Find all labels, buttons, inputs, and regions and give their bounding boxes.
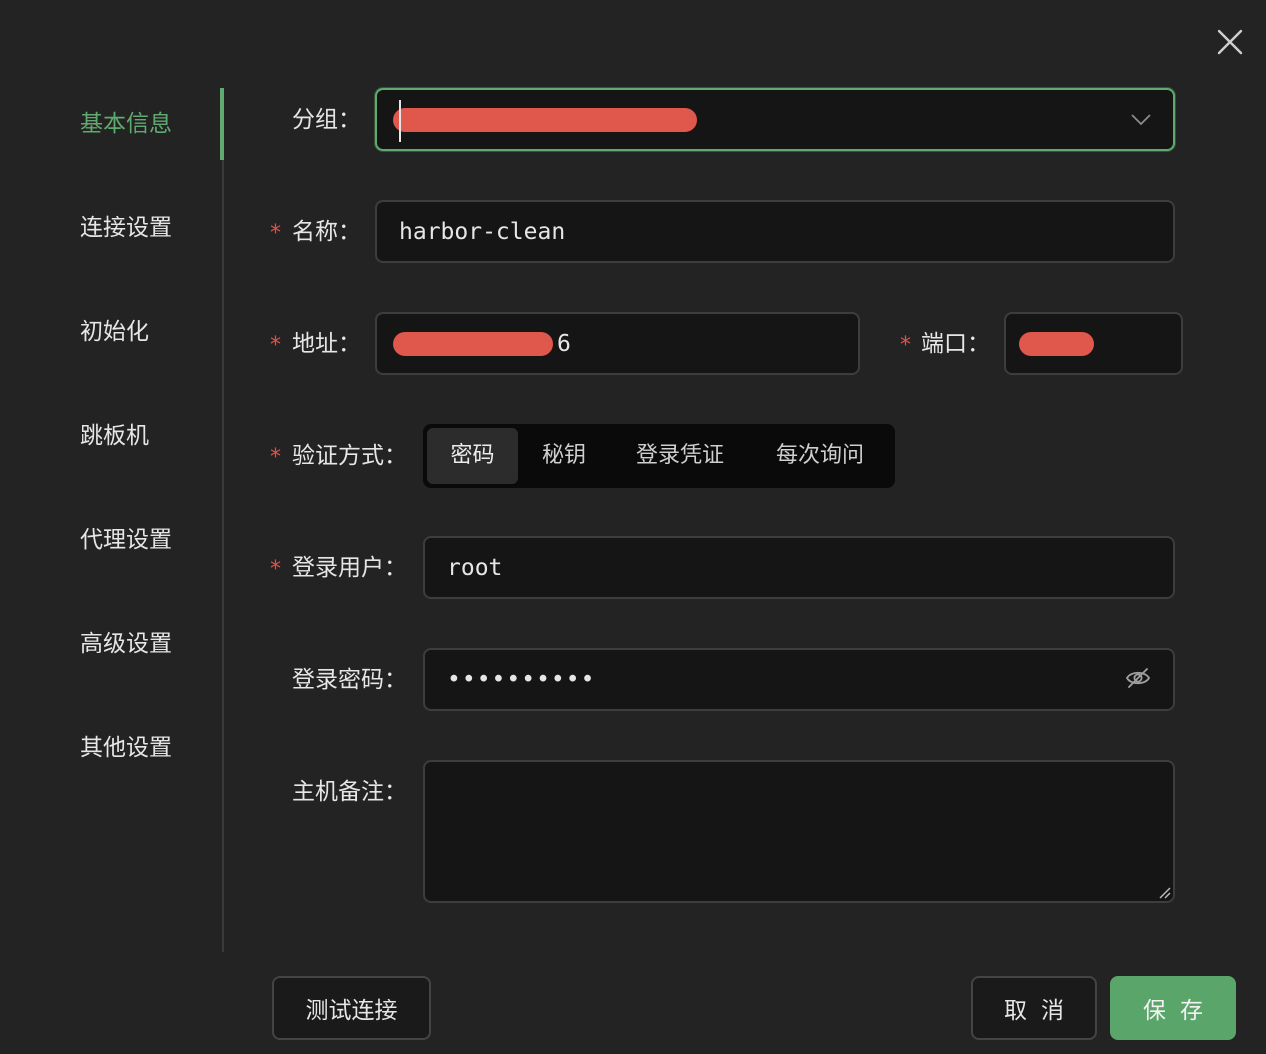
redacted-value: [393, 107, 697, 132]
sidebar-item-advanced[interactable]: 高级设置: [80, 608, 172, 680]
auth-method-segmented: 密码 秘钥 登录凭证 每次询问: [423, 424, 895, 488]
sidebar-item-connection[interactable]: 连接设置: [80, 192, 172, 264]
user-value: root: [447, 554, 503, 581]
user-input[interactable]: root: [423, 536, 1175, 599]
name-input[interactable]: harbor-clean: [375, 200, 1175, 263]
settings-sidebar: 基本信息 连接设置 初始化 跳板机 代理设置 高级设置 其他设置: [0, 88, 224, 952]
auth-label: 验证方式：: [292, 443, 407, 469]
test-connection-button[interactable]: 测试连接: [272, 976, 431, 1040]
redacted-value: [393, 331, 553, 356]
note-label: 主机备注：: [292, 779, 407, 805]
sidebar-item-init[interactable]: 初始化: [80, 296, 149, 368]
required-mark: *: [270, 333, 281, 358]
redacted-value: [1019, 331, 1094, 356]
port-label: 端口：: [921, 331, 990, 357]
save-button[interactable]: 保存: [1110, 976, 1236, 1040]
sidebar-item-jump-host[interactable]: 跳板机: [80, 400, 149, 472]
resize-handle-icon[interactable]: [1157, 885, 1171, 899]
address-label: 地址：: [292, 331, 361, 357]
close-icon: [1217, 29, 1243, 55]
chevron-down-icon: [1131, 113, 1151, 125]
text-cursor: [399, 100, 401, 142]
password-label: 登录密码：: [292, 667, 407, 693]
toggle-visibility-button[interactable]: [1125, 667, 1151, 693]
auth-option-password[interactable]: 密码: [427, 428, 518, 484]
name-value: harbor-clean: [399, 218, 566, 245]
note-textarea[interactable]: [423, 760, 1175, 903]
password-value: ••••••••••: [447, 666, 596, 693]
address-value-suffix: 6: [557, 330, 571, 357]
required-mark: *: [270, 445, 281, 470]
auth-option-credential[interactable]: 登录凭证: [610, 428, 750, 484]
auth-option-ask[interactable]: 每次询问: [750, 428, 890, 484]
eye-off-icon: [1125, 667, 1151, 688]
auth-option-key[interactable]: 秘钥: [518, 428, 610, 484]
sidebar-item-proxy[interactable]: 代理设置: [80, 504, 172, 576]
name-label: 名称：: [292, 219, 361, 245]
host-edit-dialog: 基本信息 连接设置 初始化 跳板机 代理设置 高级设置 其他设置 分组： * 名…: [0, 0, 1266, 1054]
active-indicator: [220, 88, 224, 160]
user-label: 登录用户：: [292, 555, 407, 581]
address-input[interactable]: 6: [375, 312, 860, 375]
group-select[interactable]: [375, 88, 1175, 151]
close-button[interactable]: [1212, 24, 1248, 60]
password-input[interactable]: ••••••••••: [423, 648, 1175, 711]
sidebar-item-basic-info[interactable]: 基本信息: [80, 88, 172, 160]
sidebar-item-other[interactable]: 其他设置: [80, 712, 172, 784]
cancel-button[interactable]: 取消: [971, 976, 1097, 1040]
group-label: 分组：: [292, 107, 361, 133]
required-mark: *: [270, 557, 281, 582]
required-mark: *: [270, 221, 281, 246]
port-input[interactable]: [1004, 312, 1183, 375]
required-mark: *: [900, 333, 911, 358]
